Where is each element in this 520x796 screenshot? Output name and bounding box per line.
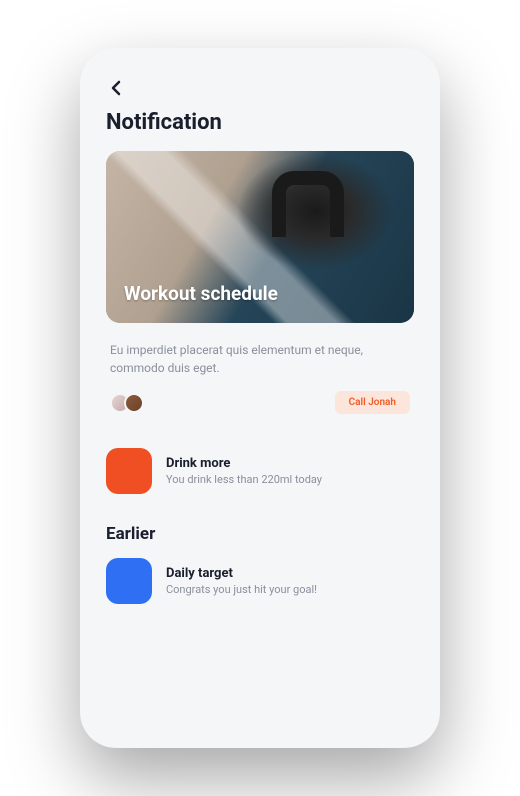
notification-content: Daily target Congrats you just hit your … [166,566,414,596]
workout-card-title: Workout schedule [124,282,278,305]
call-jonah-button[interactable]: Call Jonah [335,391,410,414]
page-title: Notification [106,110,414,135]
notification-title: Daily target [166,566,414,581]
earlier-section-header: Earlier [106,524,414,544]
avatar[interactable] [124,393,144,413]
avatar-group [110,393,138,413]
chevron-left-icon [111,80,121,96]
notification-content: Drink more You drink less than 220ml tod… [166,456,414,486]
notification-item[interactable]: Drink more You drink less than 220ml tod… [106,448,414,494]
back-button[interactable] [106,78,126,98]
notification-text: Congrats you just hit your goal! [166,583,414,596]
target-icon [106,558,152,604]
workout-card-description: Eu imperdiet placerat quis elementum et … [106,341,414,377]
phone-frame: Notification Workout schedule Eu imperdi… [80,48,440,748]
workout-card-footer: Call Jonah [106,391,414,414]
notification-text: You drink less than 220ml today [166,473,414,486]
notification-item[interactable]: Daily target Congrats you just hit your … [106,558,414,604]
water-icon [106,448,152,494]
workout-schedule-card[interactable]: Workout schedule [106,151,414,323]
notification-title: Drink more [166,456,414,471]
